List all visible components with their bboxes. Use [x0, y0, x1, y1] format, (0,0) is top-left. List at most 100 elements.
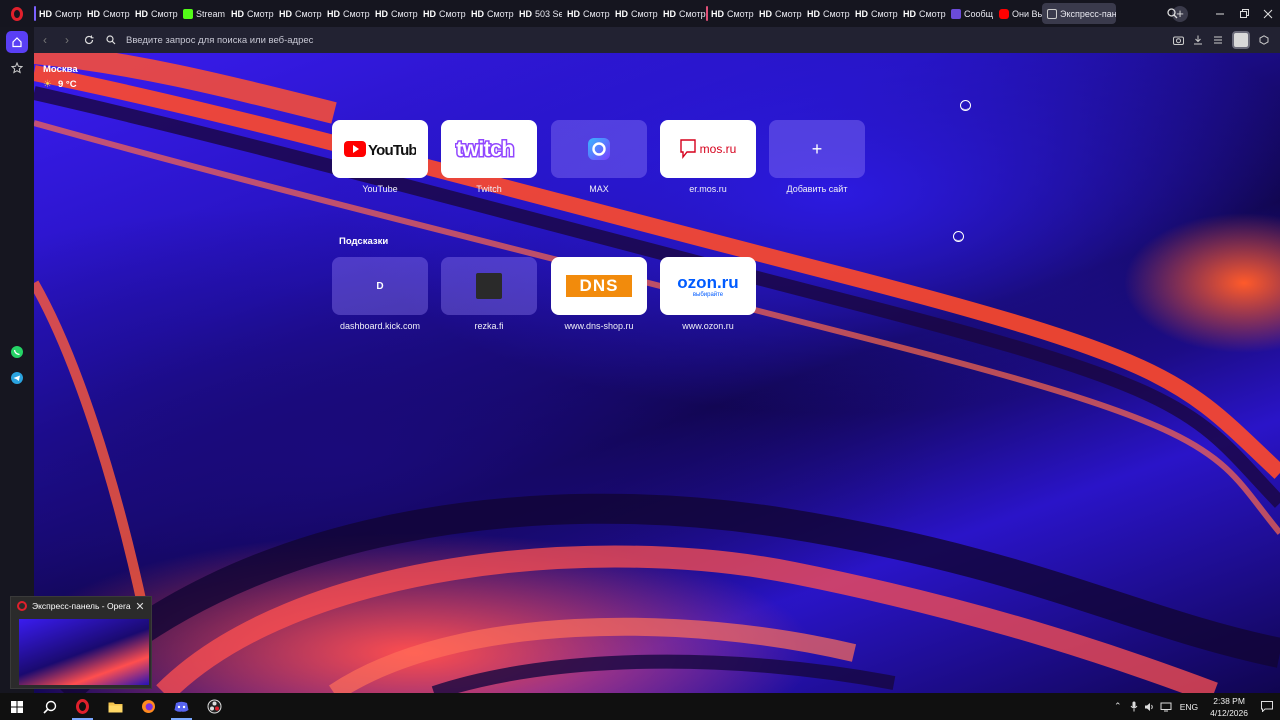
- suggestion-label: dashboard.kick.com: [339, 321, 421, 331]
- speed-dial-item[interactable]: mos.ru er.mos.ru: [660, 120, 756, 194]
- restore-button[interactable]: [1232, 0, 1256, 27]
- clock[interactable]: 2:38 PM 4/12/2026: [1210, 695, 1248, 719]
- preview-close-button[interactable]: ✕: [133, 599, 147, 613]
- address-input[interactable]: Введите запрос для поиска или веб-адрес: [122, 29, 1168, 51]
- suggestions-title: Подсказки: [339, 236, 389, 247]
- speed-dial-label: Добавить сайт: [786, 184, 848, 194]
- taskbar-firefox-button[interactable]: [132, 693, 165, 720]
- tab[interactable]: HDСмотре: [562, 3, 610, 24]
- tab-title: 503 Ser: [535, 8, 562, 19]
- speed-dial-item[interactable]: YouTube YouTube: [332, 120, 428, 194]
- profile-avatar[interactable]: [1232, 31, 1250, 49]
- tab[interactable]: HDСмотре: [418, 3, 466, 24]
- tab-title: Смотре: [391, 8, 418, 19]
- kick-icon: [183, 8, 193, 19]
- sidebar-home-button[interactable]: [6, 31, 28, 53]
- tab[interactable]: HDСмотре: [706, 3, 754, 24]
- search-tabs-icon[interactable]: [1160, 0, 1184, 27]
- tab[interactable]: HDСмотре: [658, 3, 706, 24]
- snapshot-button[interactable]: [1168, 30, 1188, 50]
- taskbar-explorer-button[interactable]: [99, 693, 132, 720]
- tab[interactable]: HD503 Ser: [514, 3, 562, 24]
- minimize-button[interactable]: [1208, 0, 1232, 27]
- suggestion-tile[interactable]: ozon.ru выбирайте: [660, 257, 756, 315]
- tab[interactable]: Они Вь: [994, 3, 1042, 24]
- sidebar-bookmarks-button[interactable]: [6, 57, 28, 79]
- downloads-button[interactable]: [1188, 30, 1208, 50]
- close-button[interactable]: [1256, 0, 1280, 27]
- easy-setup-button[interactable]: [1208, 30, 1228, 50]
- tab[interactable]: HDСмотре: [322, 3, 370, 24]
- taskbar-search-button[interactable]: [33, 693, 66, 720]
- tab[interactable]: HDСмотре: [610, 3, 658, 24]
- tab-title: Смотре: [343, 8, 370, 19]
- suggestion-tile[interactable]: D: [332, 257, 428, 315]
- chevron-up-icon[interactable]: ⌃: [1110, 693, 1126, 720]
- suggestion-item[interactable]: ozon.ru выбирайте www.ozon.ru: [660, 257, 756, 331]
- tab[interactable]: HDСмотре: [898, 3, 946, 24]
- speed-dial-item[interactable]: twitch Twitch: [441, 120, 537, 194]
- microphone-icon[interactable]: [1126, 693, 1142, 720]
- tab-title: Смотре: [487, 8, 514, 19]
- tab[interactable]: HDСмотре: [34, 3, 82, 24]
- start-button[interactable]: [0, 693, 33, 720]
- speed-dial-tile[interactable]: [551, 120, 647, 178]
- home-icon: [12, 37, 22, 48]
- suggestion-item[interactable]: D dashboard.kick.com: [332, 257, 428, 331]
- speed-dial-tile[interactable]: YouTube: [332, 120, 428, 178]
- suggestion-letter: D: [376, 280, 384, 292]
- opera-menu-button[interactable]: [0, 0, 34, 27]
- tab-active[interactable]: Экспресс-пан: [1042, 3, 1116, 24]
- suggestion-item[interactable]: rezka.fi: [441, 257, 537, 331]
- speed-dial-tile[interactable]: mos.ru: [660, 120, 756, 178]
- tab[interactable]: HDСмотре: [370, 3, 418, 24]
- address-toolbar: ‹ › Введите запрос для поиска или веб-ад…: [34, 27, 1280, 53]
- weather-city: Москва: [43, 64, 78, 75]
- reload-button[interactable]: [78, 29, 100, 51]
- tab[interactable]: HDСмотре: [466, 3, 514, 24]
- tab[interactable]: HDСмотре: [130, 3, 178, 24]
- taskbar-opera-button[interactable]: [66, 693, 99, 720]
- tab[interactable]: HDСмотре: [226, 3, 274, 24]
- grid-icon: [1047, 8, 1057, 19]
- search-icon: [42, 700, 56, 714]
- speed-dial-tile[interactable]: +: [769, 120, 865, 178]
- preview-thumbnail[interactable]: [19, 619, 149, 685]
- sidebar-telegram-button[interactable]: [6, 367, 28, 389]
- reload-icon: [84, 35, 94, 45]
- menu-icon: [1214, 36, 1222, 44]
- taskbar-obs-button[interactable]: [198, 693, 231, 720]
- add-site-button[interactable]: + Добавить сайт: [769, 120, 865, 194]
- taskbar-discord-button[interactable]: [165, 693, 198, 720]
- network-icon[interactable]: [1158, 693, 1174, 720]
- tab[interactable]: Stream: [178, 3, 226, 24]
- smiley-icon[interactable]: ‿: [953, 231, 964, 242]
- language-indicator[interactable]: ENG: [1180, 702, 1198, 712]
- tab[interactable]: Сообщ: [946, 3, 994, 24]
- weather-temp: 9 °C: [57, 79, 77, 90]
- tab[interactable]: HDСмотре: [82, 3, 130, 24]
- suggestion-item[interactable]: DNS www.dns-shop.ru: [551, 257, 647, 331]
- tab[interactable]: HDСмотре: [850, 3, 898, 24]
- speed-dial-label: er.mos.ru: [689, 184, 727, 194]
- speed-dial-tile[interactable]: twitch: [441, 120, 537, 178]
- tab-title: Смотре: [823, 8, 850, 19]
- speed-dial-item[interactable]: MAX: [551, 120, 647, 194]
- volume-icon[interactable]: [1142, 693, 1158, 720]
- tab[interactable]: HDСмотре: [274, 3, 322, 24]
- back-button[interactable]: ‹: [34, 29, 56, 51]
- tab[interactable]: HDСмотре: [802, 3, 850, 24]
- taskbar-window-preview[interactable]: Экспресс-панель - Opera ✕: [10, 596, 152, 689]
- tab[interactable]: HDСмотре: [754, 3, 802, 24]
- extensions-button[interactable]: [1254, 30, 1274, 50]
- smiley-icon[interactable]: ‿: [960, 100, 971, 111]
- download-icon: [1194, 35, 1202, 45]
- tab-title: Они Вь: [1012, 8, 1042, 19]
- notifications-icon[interactable]: [1254, 693, 1280, 720]
- sidebar-whatsapp-button[interactable]: [6, 341, 28, 363]
- opera-icon: [76, 699, 89, 714]
- forward-button[interactable]: ›: [56, 29, 78, 51]
- suggestion-tile[interactable]: DNS: [551, 257, 647, 315]
- weather-widget[interactable]: Москва ☀ 9 °C: [43, 64, 78, 90]
- suggestion-tile[interactable]: [441, 257, 537, 315]
